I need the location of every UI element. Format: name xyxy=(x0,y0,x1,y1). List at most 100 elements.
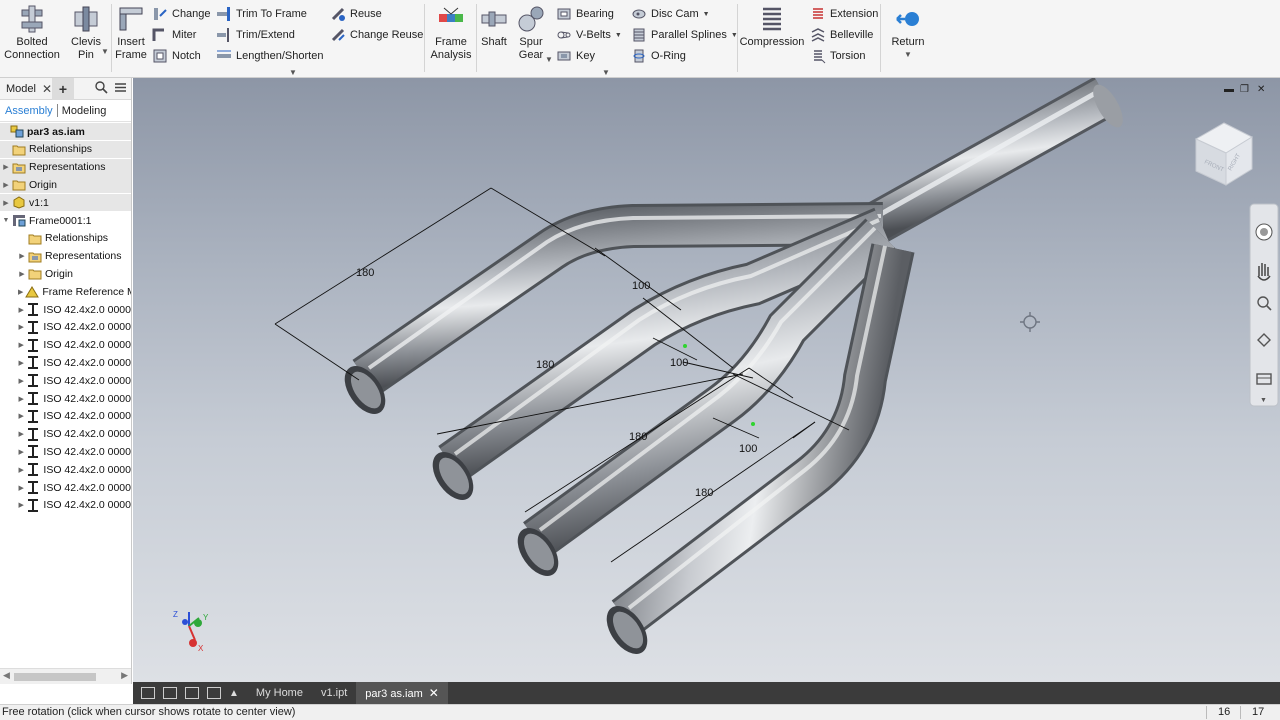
v-belts-dropdown-icon[interactable]: ▼ xyxy=(615,32,622,39)
tree-node[interactable]: ▶ Representations xyxy=(0,248,131,265)
tree-node[interactable]: ▶ Origin xyxy=(0,176,131,194)
disc-cam-button[interactable]: Disc Cam ▼ xyxy=(631,5,710,23)
key-button[interactable]: Key xyxy=(556,47,595,65)
expand-toggle-icon[interactable]: ▶ xyxy=(2,181,10,189)
expand-toggle-icon[interactable]: ▶ xyxy=(18,288,23,296)
expand-toggle-icon[interactable]: ▶ xyxy=(18,501,24,509)
v-belts-button[interactable]: V-Belts ▼ xyxy=(556,26,622,44)
expand-toggle-icon[interactable]: ▶ xyxy=(18,430,24,438)
expand-toggle-icon[interactable]: ▶ xyxy=(18,323,24,331)
browser-horizontal-scrollbar[interactable]: ◀ ▶ xyxy=(0,668,131,684)
dimension-label[interactable]: 100 xyxy=(632,280,650,292)
graphics-viewport[interactable]: 180 100 180 100 180 100 180 ▬ ❐ ✕ FRONT xyxy=(133,78,1280,682)
search-icon[interactable] xyxy=(95,81,108,94)
tree-node[interactable]: ▶ v1:1 xyxy=(0,194,131,212)
close-tab-icon[interactable]: ✕ xyxy=(429,686,439,700)
expand-toggle-icon[interactable]: ▶ xyxy=(2,163,10,171)
disc-cam-dropdown-icon[interactable]: ▼ xyxy=(703,11,710,18)
arrange-icon[interactable] xyxy=(185,687,199,699)
expand-toggle-icon[interactable]: ▶ xyxy=(18,377,24,385)
reuse-button[interactable]: Reuse xyxy=(330,5,382,23)
expand-toggle-icon[interactable]: ▶ xyxy=(18,341,24,349)
dimension-label[interactable]: 180 xyxy=(536,359,554,371)
tree-node[interactable]: ▶ ISO 42.4x2.0 0000 xyxy=(0,337,131,354)
return-button[interactable]: Return xyxy=(887,0,929,49)
tube-main-trunk[interactable] xyxy=(864,78,1129,244)
power-transmission-panel-expand-icon[interactable]: ▼ xyxy=(602,68,610,77)
trim-extend-button[interactable]: Trim/Extend xyxy=(216,26,295,44)
tree-node[interactable]: ▶ ISO 42.4x2.0 0000 xyxy=(0,372,131,389)
change-button[interactable]: Change xyxy=(152,5,211,23)
add-browser-tab-icon[interactable]: + xyxy=(52,78,74,100)
trim-to-frame-button[interactable]: Trim To Frame xyxy=(216,5,307,23)
tree-node[interactable]: ▶ ISO 42.4x2.0 0000 xyxy=(0,354,131,371)
document-menu-icon[interactable]: ▲ xyxy=(229,688,239,699)
expand-toggle-icon[interactable]: ▶ xyxy=(18,484,24,492)
close-icon[interactable]: ✕ xyxy=(42,82,52,96)
expand-toggle-icon[interactable]: ▼ xyxy=(2,217,10,224)
dimension-label[interactable]: 180 xyxy=(356,267,374,279)
tree-node[interactable]: ▶ ISO 42.4x2.0 0000 xyxy=(0,497,131,514)
expand-toggle-icon[interactable]: ▶ xyxy=(18,395,24,403)
tree-node[interactable]: ▶ ISO 42.4x2.0 0000 xyxy=(0,479,131,496)
tree-node[interactable]: ▼ Frame0001:1 xyxy=(0,212,131,229)
dimension-label[interactable]: 100 xyxy=(670,357,688,369)
bearing-button[interactable]: Bearing xyxy=(556,5,614,23)
expand-toggle-icon[interactable]: ▶ xyxy=(2,199,10,207)
tile-horizontal-icon[interactable] xyxy=(141,687,155,699)
tree-node[interactable]: Relationships xyxy=(0,140,131,158)
expand-toggle-icon[interactable]: ▶ xyxy=(18,359,24,367)
torsion-button[interactable]: Torsion xyxy=(810,47,865,65)
tree-node[interactable]: ▶ ISO 42.4x2.0 0000 xyxy=(0,408,131,425)
tree-node[interactable]: par3 as.iam xyxy=(0,123,131,140)
expand-toggle-icon[interactable]: ▶ xyxy=(18,466,24,474)
expand-toggle-icon[interactable]: ▶ xyxy=(18,448,24,456)
notch-button[interactable]: Notch xyxy=(152,47,201,65)
expand-toggle-icon[interactable]: ▶ xyxy=(18,412,24,420)
tree-node[interactable]: ▶ ISO 42.4x2.0 0000 xyxy=(0,426,131,443)
tab-par3-as-iam[interactable]: par3 as.iam ✕ xyxy=(356,682,448,704)
miter-button[interactable]: Miter xyxy=(152,26,196,44)
viewcube-icon[interactable]: FRONT RIGHT xyxy=(1194,122,1254,186)
shaft-button[interactable]: Shaft xyxy=(478,0,510,49)
spur-gear-button[interactable]: Spur Gear xyxy=(514,0,548,62)
belleville-button[interactable]: Belleville xyxy=(810,26,873,44)
tree-node[interactable]: ▶ ISO 42.4x2.0 0000 xyxy=(0,461,131,478)
frame-panel-expand-icon[interactable]: ▼ xyxy=(289,68,297,77)
parallel-splines-button[interactable]: Parallel Splines ▼ xyxy=(631,26,738,44)
close-viewport-icon[interactable]: ✕ xyxy=(1257,84,1265,95)
tree-node[interactable]: ▶ ISO 42.4x2.0 0000 xyxy=(0,319,131,336)
change-reuse-button[interactable]: Change Reuse xyxy=(330,26,423,44)
o-ring-button[interactable]: O-Ring xyxy=(631,47,686,65)
tree-node[interactable]: ▶ Representations xyxy=(0,158,131,176)
clevis-pin-dropdown-icon[interactable]: ▼ xyxy=(101,47,109,56)
spur-gear-dropdown-icon[interactable]: ▼ xyxy=(545,55,553,64)
frame-analysis-button[interactable]: Frame Analysis xyxy=(428,0,474,62)
expand-toggle-icon[interactable]: ▶ xyxy=(18,270,26,278)
navbar-customize-icon[interactable]: ▼ xyxy=(1260,397,1267,404)
expand-toggle-icon[interactable]: ▶ xyxy=(18,306,24,314)
tab-model[interactable]: Model xyxy=(0,83,42,95)
dimension-label[interactable]: 100 xyxy=(739,443,757,455)
dimension-label[interactable]: 180 xyxy=(695,487,713,499)
menu-icon[interactable] xyxy=(114,81,127,94)
tree-node[interactable]: ▶ Frame Reference M xyxy=(0,283,131,300)
model-canvas[interactable]: 180 100 180 100 180 100 180 ▬ ❐ ✕ FRONT xyxy=(133,78,1280,682)
scrollbar-thumb[interactable] xyxy=(14,673,96,681)
dimension-label[interactable]: 180 xyxy=(629,431,647,443)
restore-icon[interactable]: ❐ xyxy=(1240,84,1249,95)
compression-button[interactable]: Compression xyxy=(739,0,805,49)
insert-frame-button[interactable]: Insert Frame xyxy=(113,0,149,62)
tab-assembly[interactable]: Assembly xyxy=(5,105,53,117)
tree-node[interactable]: ▶ ISO 42.4x2.0 0000 xyxy=(0,390,131,407)
bolted-connection-button[interactable]: Bolted Connection xyxy=(4,0,60,62)
scroll-right-icon[interactable]: ▶ xyxy=(121,670,128,681)
tree-node[interactable]: Relationships xyxy=(0,230,131,247)
expand-toggle-icon[interactable]: ▶ xyxy=(18,252,26,260)
tab-my-home[interactable]: My Home xyxy=(247,682,312,704)
tree-node[interactable]: ▶ Origin xyxy=(0,265,131,282)
tree-node[interactable]: ▶ ISO 42.4x2.0 0000 xyxy=(0,301,131,318)
tree-node[interactable]: ▶ ISO 42.4x2.0 0000 xyxy=(0,443,131,460)
extension-button[interactable]: Extension xyxy=(810,5,878,23)
minimize-icon[interactable]: ▬ xyxy=(1224,84,1234,95)
